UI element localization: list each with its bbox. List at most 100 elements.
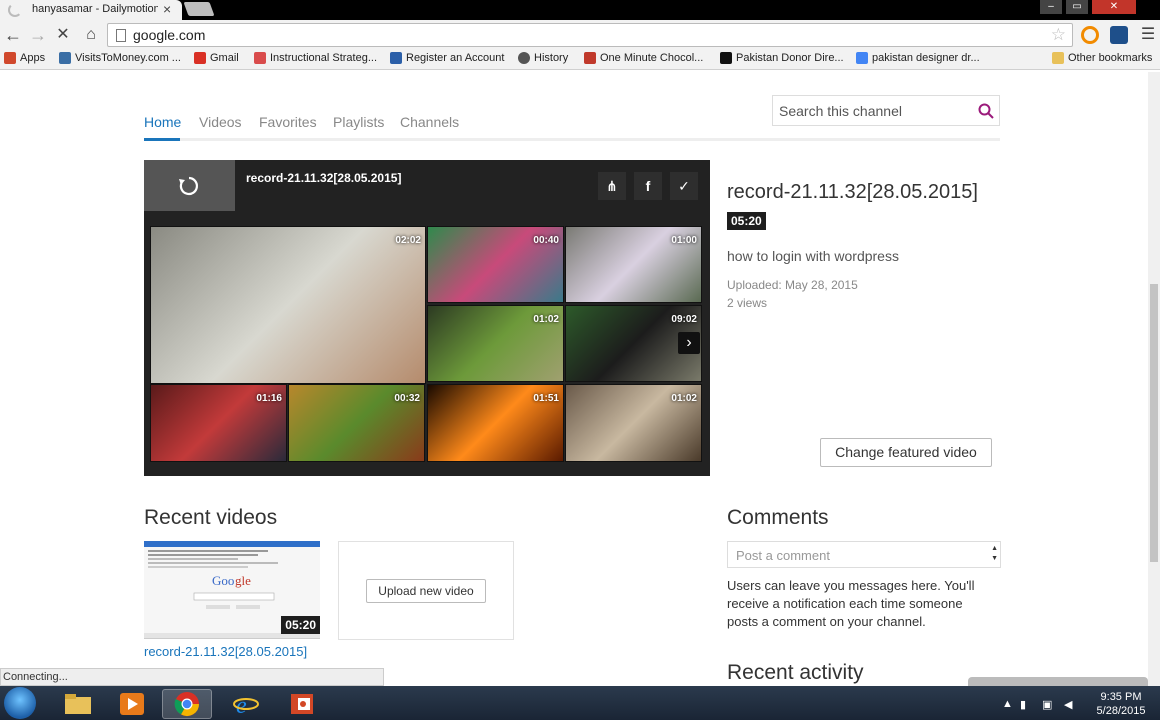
recent-videos-heading: Recent videos bbox=[144, 506, 278, 529]
search-icon[interactable] bbox=[977, 102, 995, 120]
bookmark-star-icon[interactable]: ☆ bbox=[1051, 25, 1066, 45]
network-icon[interactable]: ▣ bbox=[1042, 698, 1052, 711]
thumbnail-duration: 00:40 bbox=[533, 235, 559, 246]
featured-uploaded: Uploaded: May 28, 2015 bbox=[727, 278, 858, 292]
comments-heading: Comments bbox=[727, 506, 829, 529]
close-window-button[interactable]: ✕ bbox=[1092, 0, 1136, 14]
new-tab-button[interactable] bbox=[183, 2, 215, 16]
tab-channels[interactable]: Channels bbox=[400, 114, 459, 130]
page-icon bbox=[116, 29, 126, 42]
related-video-thumbnail[interactable]: 02:02 bbox=[150, 226, 426, 384]
related-video-thumbnail[interactable]: 01:02 bbox=[427, 305, 564, 382]
chrome-menu-icon[interactable]: ☰ bbox=[1137, 24, 1159, 46]
upload-new-video-button[interactable]: Upload new video bbox=[366, 579, 486, 603]
loading-spinner-icon bbox=[8, 3, 22, 17]
search-input[interactable] bbox=[779, 101, 969, 121]
tab-title: hanyasamar - Dailymotion bbox=[32, 3, 158, 15]
twitter-share-button[interactable]: ✓ bbox=[670, 172, 698, 200]
recent-activity-heading: Recent activity bbox=[727, 661, 864, 684]
thumbnail-duration: 01:51 bbox=[533, 393, 559, 404]
share-network-button[interactable]: ⋔ bbox=[598, 172, 626, 200]
windows-taskbar: e bbox=[0, 686, 1160, 720]
back-button[interactable]: ← bbox=[2, 24, 24, 46]
browser-toolbar: ← → ✕ ⌂ google.com ☆ ☰ bbox=[0, 20, 1160, 50]
address-bar[interactable]: google.com ☆ bbox=[107, 23, 1073, 47]
gmail-icon bbox=[194, 52, 206, 64]
thumbnail-duration: 09:02 bbox=[671, 314, 697, 325]
tab-home[interactable]: Home bbox=[144, 114, 181, 130]
bookmark-gmail[interactable]: Gmail bbox=[194, 52, 239, 64]
tray-expand-icon[interactable]: ▲ bbox=[1002, 698, 1013, 710]
comments-info-text: Users can leave you messages here. You'l… bbox=[727, 578, 975, 629]
facebook-share-button[interactable]: f bbox=[634, 172, 662, 200]
folder-icon bbox=[1052, 52, 1064, 64]
media-player-icon[interactable] bbox=[107, 689, 157, 719]
related-video-thumbnail[interactable]: 00:40 bbox=[427, 226, 564, 303]
thumbnail-duration: 01:02 bbox=[671, 393, 697, 404]
start-button[interactable] bbox=[4, 687, 36, 719]
apps-grid-icon bbox=[4, 52, 16, 64]
recent-video-link[interactable]: record-21.11.32[28.05.2015] bbox=[144, 644, 307, 659]
related-video-thumbnail[interactable]: 01:51 bbox=[427, 384, 564, 462]
clock-icon bbox=[518, 52, 530, 64]
previous-video-thumbnail[interactable] bbox=[144, 160, 235, 211]
extension-shield-icon[interactable] bbox=[1110, 26, 1128, 44]
browser-tab[interactable]: hanyasamar - Dailymotion × bbox=[0, 0, 182, 20]
comment-input[interactable] bbox=[736, 548, 981, 564]
upload-card: Upload new video bbox=[338, 541, 514, 640]
related-video-thumbnail[interactable]: 00:32 bbox=[288, 384, 425, 462]
chrome-icon[interactable] bbox=[162, 689, 212, 719]
change-featured-video-button[interactable]: Change featured video bbox=[820, 438, 992, 467]
comment-scroll-arrows-icon[interactable]: ▲ ▼ bbox=[991, 544, 998, 564]
related-video-thumbnail[interactable]: 01:02 bbox=[565, 384, 702, 462]
ie-icon[interactable]: e bbox=[221, 689, 271, 719]
office-icon[interactable] bbox=[277, 689, 327, 719]
bookmark-history[interactable]: History bbox=[518, 52, 568, 64]
bookmark-register[interactable]: Register an Account bbox=[390, 52, 504, 64]
active-tab-indicator bbox=[144, 138, 180, 141]
page-scrollbar[interactable] bbox=[1148, 72, 1160, 686]
bookmark-chocolate[interactable]: One Minute Chocol... bbox=[584, 52, 703, 64]
extension-refresh-icon[interactable] bbox=[1081, 26, 1099, 44]
explorer-icon[interactable] bbox=[53, 689, 103, 719]
related-video-thumbnail[interactable]: 01:00 bbox=[565, 226, 702, 303]
bookmark-pakistan-donor[interactable]: Pakistan Donor Dire... bbox=[720, 52, 844, 64]
featured-description: how to login with wordpress bbox=[727, 248, 899, 264]
recent-video-thumbnail[interactable]: Goo gle 05:20 bbox=[144, 541, 320, 639]
featured-player[interactable]: record-21.11.32[28.05.2015] ⋔ f ✓ 02:02 0… bbox=[144, 160, 710, 476]
thumbnail-duration: 01:16 bbox=[256, 393, 282, 404]
tray-clock[interactable]: 9:35 PM 5/28/2015 bbox=[1090, 690, 1152, 718]
url-text[interactable]: google.com bbox=[133, 27, 205, 43]
minimize-button[interactable]: – bbox=[1040, 0, 1062, 14]
maximize-button[interactable]: ▭ bbox=[1066, 0, 1088, 14]
thumbnail-duration: 00:32 bbox=[394, 393, 420, 404]
stop-button[interactable]: ✕ bbox=[52, 24, 74, 46]
related-video-thumbnail[interactable]: 01:16 bbox=[150, 384, 287, 462]
volume-icon[interactable]: ◀ bbox=[1064, 698, 1072, 711]
replay-icon[interactable] bbox=[177, 174, 201, 198]
featured-video-title[interactable]: record-21.11.32[28.05.2015] bbox=[727, 181, 978, 204]
page-icon bbox=[254, 52, 266, 64]
recent-duration-badge: 05:20 bbox=[281, 616, 320, 634]
clock-time: 9:35 PM bbox=[1100, 691, 1142, 703]
tab-playlists[interactable]: Playlists bbox=[333, 114, 384, 130]
next-page-arrow[interactable]: › bbox=[678, 332, 700, 354]
choco-icon bbox=[584, 52, 596, 64]
featured-views: 2 views bbox=[727, 296, 768, 310]
scrollbar-thumb[interactable] bbox=[1150, 284, 1158, 562]
bookmark-other[interactable]: Other bookmarks bbox=[1052, 52, 1152, 64]
tab-favorites[interactable]: Favorites bbox=[259, 114, 317, 130]
home-button[interactable]: ⌂ bbox=[80, 24, 102, 46]
bookmark-apps[interactable]: Apps bbox=[4, 52, 45, 64]
signal-icon[interactable]: ▮ bbox=[1020, 698, 1026, 711]
bookmark-instructional[interactable]: Instructional Strateg... bbox=[254, 52, 377, 64]
tab-videos[interactable]: Videos bbox=[199, 114, 242, 130]
thumbnail-duration: 02:02 bbox=[395, 235, 421, 246]
channel-search bbox=[772, 95, 1000, 126]
tab-close-icon[interactable]: × bbox=[163, 1, 171, 17]
forward-button[interactable]: → bbox=[27, 24, 49, 46]
bookmark-pakistan-designer[interactable]: pakistan designer dr... bbox=[856, 52, 980, 64]
bookmark-visitstomoney[interactable]: VisitsToMoney.com ... bbox=[59, 52, 181, 64]
monitor-icon bbox=[59, 52, 71, 64]
google-icon bbox=[856, 52, 868, 64]
